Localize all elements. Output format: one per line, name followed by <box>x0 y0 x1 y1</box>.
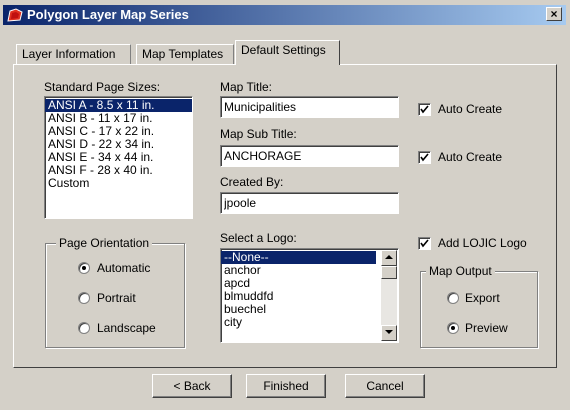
map-subtitle-input[interactable] <box>220 145 399 167</box>
radio-portrait[interactable] <box>78 292 90 304</box>
logo-listbox[interactable]: --None-- anchor apcd blmuddfd buechel ci… <box>220 248 399 343</box>
map-title-auto-create-checkbox[interactable] <box>418 103 431 116</box>
back-button[interactable]: < Back <box>152 374 232 398</box>
logo-item[interactable]: city <box>221 316 398 329</box>
page-sizes-label: Standard Page Sizes: <box>44 80 161 94</box>
map-subtitle-label: Map Sub Title: <box>220 127 297 141</box>
dialog-window: Polygon Layer Map Series × Layer Informa… <box>0 0 570 410</box>
title-bar[interactable]: Polygon Layer Map Series × <box>3 5 566 25</box>
logo-list-scrollbar[interactable] <box>381 250 397 341</box>
scroll-up-button[interactable] <box>381 250 397 266</box>
tab-map-templates[interactable]: Map Templates <box>136 44 234 64</box>
automatic-label: Automatic <box>97 261 151 275</box>
map-title-label: Map Title: <box>220 80 273 94</box>
radio-automatic[interactable] <box>78 262 90 274</box>
map-subtitle-auto-create-checkbox[interactable] <box>418 151 431 164</box>
scroll-thumb[interactable] <box>381 266 397 279</box>
radio-selected-dot <box>82 266 86 270</box>
close-button[interactable]: × <box>546 7 562 21</box>
export-label: Export <box>465 291 500 305</box>
arrow-down-icon <box>385 330 393 334</box>
add-logo-label: Add LOJIC Logo <box>438 236 527 250</box>
page-sizes-listbox[interactable]: ANSI A - 8.5 x 11 in. ANSI B - 11 x 17 i… <box>44 96 193 219</box>
created-by-input[interactable] <box>220 192 399 214</box>
tab-default-settings[interactable]: Default Settings <box>235 40 340 65</box>
tab-layer-information[interactable]: Layer Information <box>16 44 131 64</box>
app-icon <box>7 8 23 22</box>
radio-export[interactable] <box>447 292 459 304</box>
map-subtitle-auto-create-label: Auto Create <box>438 150 503 164</box>
finished-button[interactable]: Finished <box>246 374 326 398</box>
add-logo-checkbox[interactable] <box>418 237 431 250</box>
cancel-button[interactable]: Cancel <box>345 374 425 398</box>
portrait-label: Portrait <box>97 291 136 305</box>
created-by-label: Created By: <box>220 175 284 189</box>
checkmark-icon <box>420 239 429 248</box>
map-title-input[interactable] <box>220 96 399 118</box>
radio-selected-dot <box>451 326 455 330</box>
window-title: Polygon Layer Map Series <box>27 7 189 22</box>
preview-label: Preview <box>465 321 508 335</box>
landscape-label: Landscape <box>97 321 156 335</box>
scroll-down-button[interactable] <box>381 325 397 341</box>
logo-item[interactable]: buechel <box>221 303 398 316</box>
checkmark-icon <box>420 105 429 114</box>
page-size-item[interactable]: Custom <box>45 177 192 190</box>
checkmark-icon <box>420 153 429 162</box>
page-orientation-legend: Page Orientation <box>56 236 153 250</box>
map-output-legend: Map Output <box>426 264 495 278</box>
map-title-auto-create-label: Auto Create <box>438 102 503 116</box>
map-output-group: Map Output <box>420 264 538 348</box>
radio-landscape[interactable] <box>78 322 90 334</box>
select-logo-label: Select a Logo: <box>220 231 297 245</box>
arrow-up-icon <box>385 255 393 259</box>
radio-preview[interactable] <box>447 322 459 334</box>
